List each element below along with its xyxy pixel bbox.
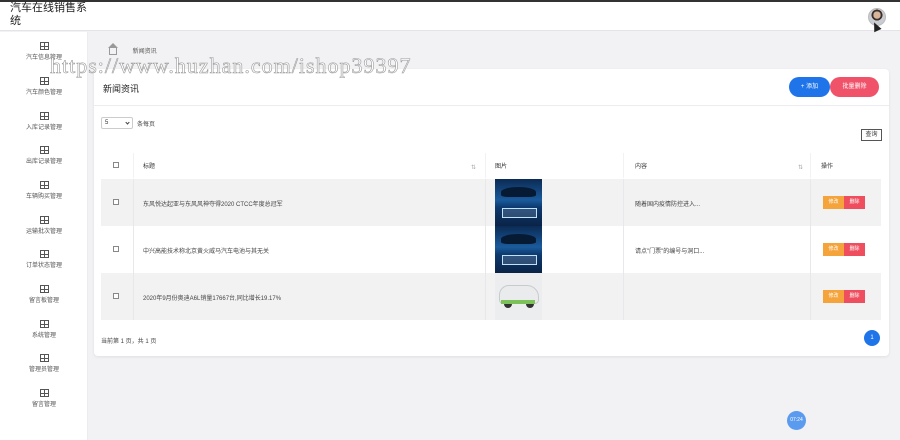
row-checkbox[interactable] [113,199,119,205]
search-button[interactable]: 查询 [861,129,882,141]
sidebar-item-label: 入库记录管理 [25,125,62,131]
sidebar-item-message-board[interactable]: 留言板管理 [0,279,88,313]
divider [623,226,624,273]
sort-icon[interactable]: ⇅ [471,164,476,171]
home-icon[interactable] [108,42,118,55]
sidebar-item-stock-in[interactable]: 入库记录管理 [0,106,88,140]
delete-button[interactable]: 删除 [844,243,865,256]
divider [485,179,486,226]
sidebar-item-label: 车辆购买管理 [25,194,62,200]
divider [623,273,624,320]
divider [810,226,811,273]
table-icon [39,112,49,120]
batch-delete-button[interactable]: 批量删除 [830,77,879,97]
sidebar-item-admins[interactable]: 管理员管理 [0,348,88,382]
divider [133,226,134,273]
page-size-value: 5 [105,120,109,126]
wheel-icon [526,300,534,308]
sidebar-item-car-info[interactable]: 汽车信息管理 [0,36,88,70]
wheel-icon [504,300,512,308]
table-row: 东风悦达起亚与东风风神夺得2020 CTCC年度总冠军 随着国内疫情防控进入..… [101,179,881,226]
chevron-down-icon [125,120,130,125]
edit-button[interactable]: 修改 [823,196,844,209]
sidebar-item-label: 订单状态管理 [25,263,62,269]
breadcrumb-current: 新闻资讯 [132,49,157,55]
page-button-current[interactable]: 1 [864,330,880,346]
sidebar-item-order-status[interactable]: 订单状态管理 [0,244,88,278]
row-title[interactable]: 中兴高能技术称北京黄火威马汽车电池与其无关 [143,246,269,255]
row-content: 随着国内疫情防控进入... [635,202,701,208]
header-title: 标题 [143,164,156,170]
row-title[interactable]: 2020年9月份奥迪A6L销量17667台,同比增长19.17% [143,293,281,302]
table-row: 中兴高能技术称北京黄火威马汽车电池与其无关 请点"门票"的编号与洞口... 修改… [101,226,881,273]
sidebar: 汽车信息管理 汽车颜色管理 入库记录管理 出库记录管理 车辆购买管理 运输批次管… [0,32,88,440]
divider [810,273,811,320]
divider [810,153,811,178]
sidebar-item-label: 出库记录管理 [25,159,62,165]
news-thumbnail[interactable] [495,226,542,273]
sidebar-item-label: 管理员管理 [28,367,59,373]
row-content: 请点"门票"的编号与洞口... [635,249,705,255]
table-icon [39,285,49,293]
top-bar: 汽车在线销售系统 [0,0,900,33]
sidebar-item-label: 汽车颜色管理 [25,90,62,96]
table-icon [39,250,49,258]
header-actions: 操作 [821,164,834,170]
delete-button[interactable]: 删除 [844,290,865,303]
divider [133,179,134,226]
sidebar-item-transport[interactable]: 运输批次管理 [0,210,88,244]
row-checkbox[interactable] [113,246,119,252]
delete-button[interactable]: 删除 [844,196,865,209]
divider [133,273,134,320]
table-icon [39,42,49,50]
panel-title: 新闻资讯 [103,84,140,94]
page-size-select[interactable]: 5 [101,117,133,129]
sidebar-item-purchase[interactable]: 车辆购买管理 [0,175,88,209]
pagination-info: 当前第 1 页，共 1 页 [101,339,157,345]
news-panel: 新闻资讯 + 添加 批量删除 5 条每页 查询 标题 ⇅ 图片 内容 ⇅ 操作 … [94,69,889,356]
car-thumbnail[interactable] [495,273,542,320]
sidebar-item-stock-out[interactable]: 出库记录管理 [0,140,88,174]
table-header: 标题 ⇅ 图片 内容 ⇅ 操作 [101,153,881,178]
header-content: 内容 [635,164,648,170]
table-icon [39,77,49,85]
row-title[interactable]: 东风悦达起亚与东风风神夺得2020 CTCC年度总冠军 [143,199,283,208]
table-row: 2020年9月份奥迪A6L销量17667台,同比增长19.17% 修改 删除 [101,273,881,320]
sidebar-item-label: 汽车信息管理 [25,55,62,61]
edit-button[interactable]: 修改 [823,243,844,256]
select-all-checkbox[interactable] [113,162,119,168]
row-checkbox[interactable] [113,293,119,299]
divider [485,153,486,178]
table-icon [39,320,49,328]
divider [94,105,889,106]
divider [485,226,486,273]
table-icon [39,146,49,154]
table-icon [39,354,49,362]
sidebar-item-system[interactable]: 系统管理 [0,314,88,348]
header-image: 图片 [495,164,508,170]
sidebar-item-label: 留言板管理 [28,298,59,304]
divider [623,179,624,226]
divider [485,273,486,320]
per-page-label: 条每页 [137,122,156,128]
sort-icon[interactable]: ⇅ [798,164,803,171]
sidebar-item-label: 运输批次管理 [25,229,62,235]
sidebar-item-label: 系统管理 [31,333,56,339]
divider [810,179,811,226]
app-title: 汽车在线销售系统 [10,2,87,27]
divider [623,153,624,178]
table-icon [39,181,49,189]
edit-button[interactable]: 修改 [823,290,844,303]
sidebar-item-label: 留言管理 [31,402,56,408]
breadcrumb: 新闻资讯 [108,42,157,55]
sidebar-item-car-color[interactable]: 汽车颜色管理 [0,71,88,105]
sidebar-item-messages[interactable]: 留言管理 [0,383,88,417]
table-icon [39,389,49,397]
divider [133,153,134,178]
add-button[interactable]: + 添加 [789,77,830,97]
clock-badge[interactable]: 07:24 [787,411,806,430]
table-icon [39,216,49,224]
news-thumbnail[interactable] [495,179,542,226]
